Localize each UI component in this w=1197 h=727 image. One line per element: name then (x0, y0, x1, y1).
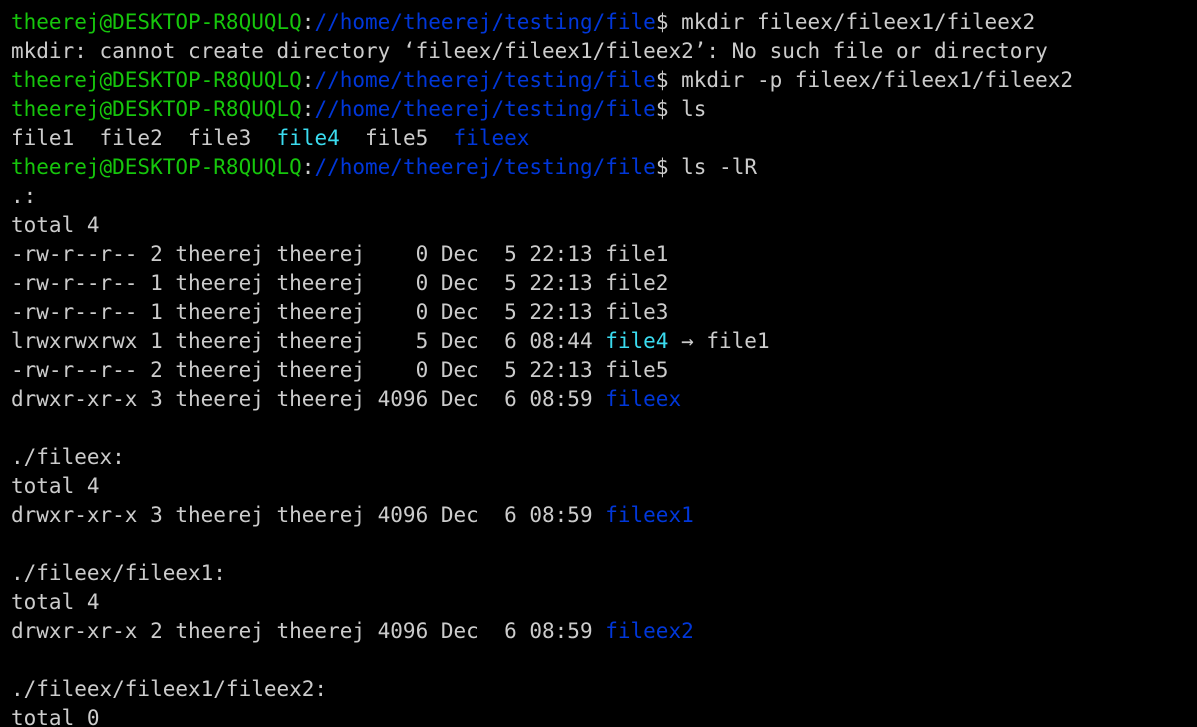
output-line: mkdir: cannot create directory ‘fileex/f… (11, 37, 1073, 66)
output-text: lrwxrwxrwx 1 theerej theerej 5 Dec 6 08:… (11, 329, 606, 353)
prompt-symbol: $ (655, 10, 682, 34)
prompt-symbol: $ (655, 68, 682, 92)
command-text: mkdir -p fileex/fileex1/fileex2 (681, 68, 1074, 92)
prompt-colon: : (301, 68, 315, 92)
output-text: total 4 (11, 213, 100, 237)
output-text: -rw-r--r-- 1 theerej theerej 0 Dec 5 22:… (11, 271, 669, 295)
command-text: ls (681, 97, 707, 121)
output-text: drwxr-xr-x 2 theerej theerej 4096 Dec 6 … (11, 619, 606, 643)
prompt-colon: : (301, 10, 315, 34)
directory-name: fileex (605, 387, 682, 411)
prompt-line: theerej@DESKTOP-R8QUQLQ://home/theerej/t… (11, 66, 1073, 95)
prompt-user-host: theerej@DESKTOP-R8QUQLQ (11, 10, 302, 34)
output-text: ./fileex: (11, 445, 125, 469)
prompt-path: //home/theerej/testing/file (314, 155, 656, 179)
output-text: ./fileex/fileex1/fileex2: (11, 677, 328, 701)
output-line: ./fileex: (11, 443, 1073, 472)
output-text: total 0 (11, 706, 100, 727)
command-text: mkdir fileex/fileex1/fileex2 (681, 10, 1036, 34)
output-text: ./fileex/fileex1: (11, 561, 226, 585)
command-text: ls -lR (681, 155, 757, 179)
prompt-colon: : (301, 155, 315, 179)
prompt-user-host: theerej@DESKTOP-R8QUQLQ (11, 97, 302, 121)
output-text: → file1 (668, 329, 770, 353)
output-text: drwxr-xr-x 3 theerej theerej 4096 Dec 6 … (11, 503, 606, 527)
prompt-path: //home/theerej/testing/file (314, 10, 656, 34)
directory-name: fileex (453, 126, 530, 150)
output-line: total 4 (11, 588, 1073, 617)
output-line: -rw-r--r-- 1 theerej theerej 0 Dec 5 22:… (11, 269, 1073, 298)
output-line: ./fileex/fileex1/fileex2: (11, 675, 1073, 704)
output-text: -rw-r--r-- 2 theerej theerej 0 Dec 5 22:… (11, 242, 669, 266)
prompt-user-host: theerej@DESKTOP-R8QUQLQ (11, 155, 302, 179)
output-line: -rw-r--r-- 2 theerej theerej 0 Dec 5 22:… (11, 240, 1073, 269)
prompt-line: theerej@DESKTOP-R8QUQLQ://home/theerej/t… (11, 95, 1073, 124)
output-text: file1 file2 file3 (11, 126, 277, 150)
prompt-user-host: theerej@DESKTOP-R8QUQLQ (11, 68, 302, 92)
output-text: .: (11, 184, 37, 208)
output-text: -rw-r--r-- 1 theerej theerej 0 Dec 5 22:… (11, 300, 669, 324)
output-line: drwxr-xr-x 2 theerej theerej 4096 Dec 6 … (11, 617, 1073, 646)
output-line: -rw-r--r-- 1 theerej theerej 0 Dec 5 22:… (11, 298, 1073, 327)
output-text: total 4 (11, 590, 100, 614)
output-line: total 4 (11, 472, 1073, 501)
output-line: file1 file2 file3 file4 file5 fileex (11, 124, 1073, 153)
output-line: total 0 (11, 704, 1073, 727)
prompt-path: //home/theerej/testing/file (314, 68, 656, 92)
output-text: drwxr-xr-x 3 theerej theerej 4096 Dec 6 … (11, 387, 606, 411)
prompt-line: theerej@DESKTOP-R8QUQLQ://home/theerej/t… (11, 8, 1073, 37)
directory-name: fileex2 (605, 619, 694, 643)
output-line: lrwxrwxrwx 1 theerej theerej 5 Dec 6 08:… (11, 327, 1073, 356)
output-text: file5 (339, 126, 454, 150)
prompt-symbol: $ (655, 97, 682, 121)
symlink-name: file4 (276, 126, 340, 150)
terminal-output[interactable]: theerej@DESKTOP-R8QUQLQ://home/theerej/t… (11, 4, 1073, 727)
output-text: total 4 (11, 474, 100, 498)
output-line: drwxr-xr-x 3 theerej theerej 4096 Dec 6 … (11, 501, 1073, 530)
directory-name: fileex1 (605, 503, 694, 527)
symlink-name: file4 (605, 329, 669, 353)
output-text: mkdir: cannot create directory ‘fileex/f… (11, 39, 1048, 63)
prompt-line: theerej@DESKTOP-R8QUQLQ://home/theerej/t… (11, 153, 1073, 182)
output-line: ./fileex/fileex1: (11, 559, 1073, 588)
terminal-window[interactable]: theerej@DESKTOP-R8QUQLQ://home/theerej/t… (0, 0, 1197, 727)
output-text: -rw-r--r-- 2 theerej theerej 0 Dec 5 22:… (11, 358, 669, 382)
output-line: .: (11, 182, 1073, 211)
prompt-symbol: $ (655, 155, 682, 179)
prompt-path: //home/theerej/testing/file (314, 97, 656, 121)
output-line: total 4 (11, 211, 1073, 240)
output-line: -rw-r--r-- 2 theerej theerej 0 Dec 5 22:… (11, 356, 1073, 385)
output-line: drwxr-xr-x 3 theerej theerej 4096 Dec 6 … (11, 385, 1073, 414)
prompt-colon: : (301, 97, 315, 121)
